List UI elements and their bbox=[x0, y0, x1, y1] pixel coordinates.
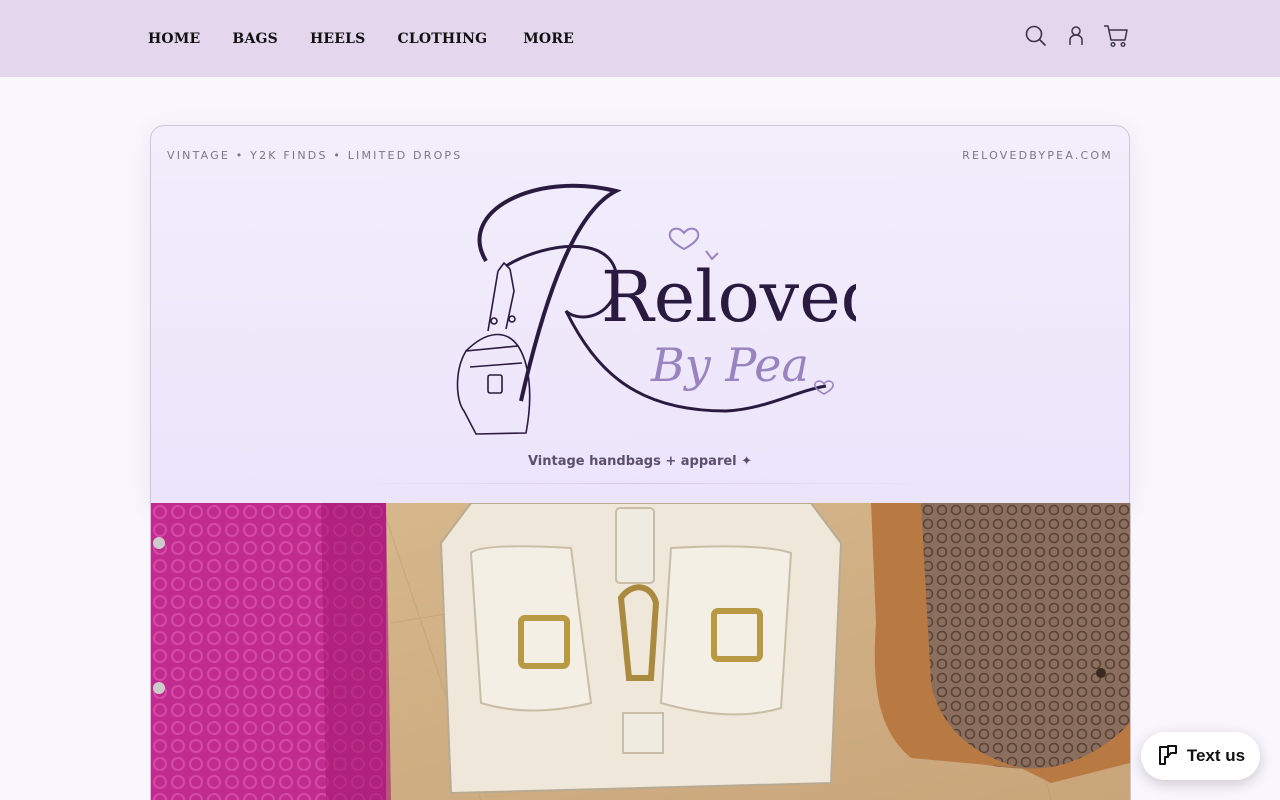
nav-heels[interactable]: HEELS bbox=[310, 31, 366, 47]
nav-home[interactable]: HOME bbox=[148, 31, 200, 47]
search-icon[interactable] bbox=[1022, 22, 1050, 50]
banner-tagline: VINTAGE • Y2K FINDS • LIMITED DROPS bbox=[167, 149, 463, 162]
nav-bags[interactable]: BAGS bbox=[232, 31, 278, 47]
logo-script: By Pea bbox=[650, 338, 809, 392]
text-us-chat-button[interactable]: Text us bbox=[1141, 732, 1260, 780]
handbag-illustration bbox=[456, 261, 531, 435]
hero-photo-handbags bbox=[150, 503, 1131, 800]
chat-phone-icon bbox=[1158, 745, 1177, 765]
site-header: HOME BAGS HEELS CLOTHING MORE bbox=[0, 0, 1280, 77]
logo-wordmark: Reloved bbox=[601, 256, 856, 338]
banner-site-url: RELOVEDBYPEA.COM bbox=[962, 149, 1113, 162]
account-icon[interactable] bbox=[1062, 22, 1090, 50]
heart-icon bbox=[668, 227, 700, 251]
divider bbox=[341, 483, 941, 484]
banner-subtitle: Vintage handbags + apparel ✦ bbox=[527, 454, 753, 469]
header-actions bbox=[1010, 22, 1130, 50]
cart-icon[interactable] bbox=[1102, 22, 1130, 50]
main-nav: HOME BAGS HEELS CLOTHING MORE bbox=[148, 0, 606, 77]
nav-clothing[interactable]: CLOTHING bbox=[398, 31, 488, 47]
nav-more[interactable]: MORE bbox=[523, 31, 574, 47]
brand-logo: Reloved By Pea bbox=[456, 183, 856, 435]
hero-banner: VINTAGE • Y2K FINDS • LIMITED DROPS RELO… bbox=[150, 125, 1130, 503]
text-us-label: Text us bbox=[1186, 746, 1246, 765]
